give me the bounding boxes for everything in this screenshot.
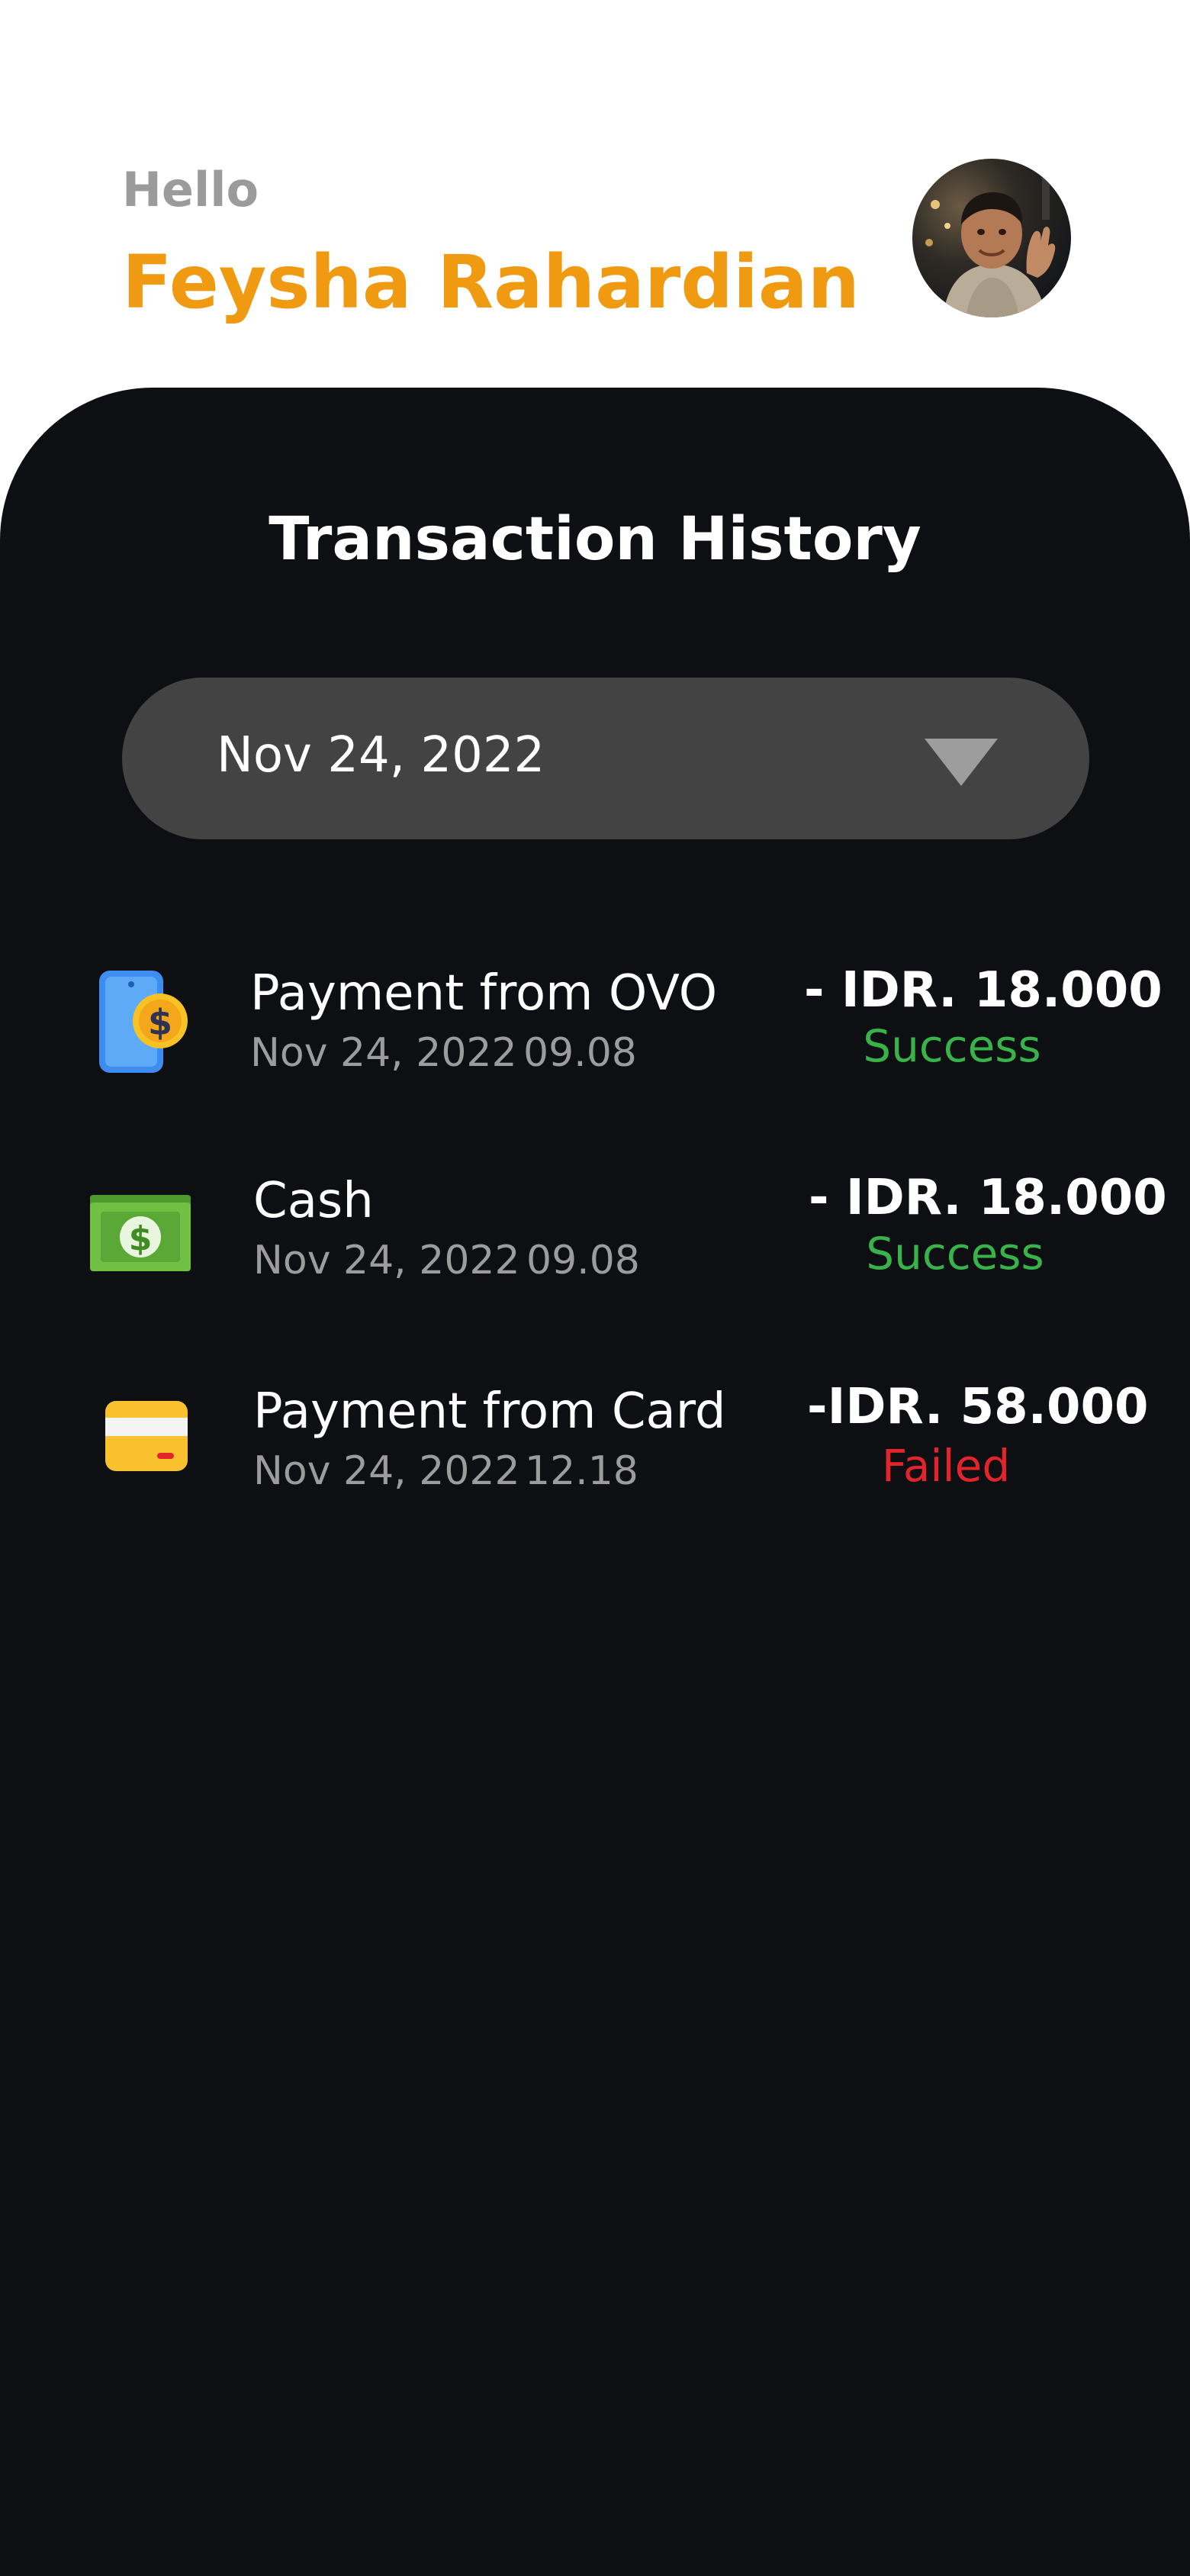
user-name: Feysha Rahardian bbox=[122, 240, 860, 325]
date-select-value: Nov 24, 2022 bbox=[217, 727, 545, 784]
svg-text:$: $ bbox=[129, 1219, 153, 1258]
transaction-amount: - IDR. 18.000 bbox=[809, 1170, 1167, 1226]
transaction-title: Payment from OVO bbox=[250, 965, 718, 1022]
header: Hello Feysha Rahardian bbox=[0, 0, 1190, 397]
avatar-photo-icon bbox=[912, 159, 1071, 317]
transaction-item[interactable]: $ Payment from OVO Nov 24, 2022 09.08 - … bbox=[0, 962, 1190, 1122]
transaction-date: Nov 24, 2022 bbox=[250, 1030, 517, 1076]
transaction-item[interactable]: Payment from Card Nov 24, 2022 12.18 -ID… bbox=[0, 1383, 1190, 1540]
transaction-item[interactable]: $ Cash Nov 24, 2022 09.08 - IDR. 18.000 … bbox=[0, 1170, 1190, 1329]
transaction-time: 12.18 bbox=[525, 1448, 638, 1494]
card-icon bbox=[105, 1401, 188, 1471]
transaction-time: 09.08 bbox=[526, 1238, 640, 1283]
avatar[interactable] bbox=[912, 159, 1071, 317]
status-badge: Success bbox=[863, 1020, 1041, 1072]
transaction-amount: - IDR. 18.000 bbox=[804, 962, 1163, 1019]
transaction-amount: -IDR. 58.000 bbox=[807, 1379, 1149, 1435]
mobile-payment-icon: $ bbox=[99, 971, 188, 1073]
page-title: Transaction History bbox=[269, 505, 921, 574]
transaction-date: Nov 24, 2022 bbox=[253, 1238, 520, 1283]
transaction-time: 09.08 bbox=[523, 1030, 637, 1076]
greeting-label: Hello bbox=[122, 162, 259, 217]
cash-icon: $ bbox=[90, 1195, 191, 1271]
status-badge: Failed bbox=[881, 1440, 1011, 1492]
date-select[interactable]: Nov 24, 2022 bbox=[122, 678, 1089, 839]
transaction-panel: Transaction History Nov 24, 2022 $ Payme… bbox=[0, 388, 1190, 2576]
status-badge: Success bbox=[866, 1228, 1044, 1280]
svg-text:$: $ bbox=[148, 1002, 172, 1043]
transaction-date: Nov 24, 2022 bbox=[253, 1448, 520, 1494]
transaction-title: Cash bbox=[253, 1173, 374, 1229]
chevron-down-icon bbox=[925, 739, 998, 786]
transaction-title: Payment from Card bbox=[253, 1383, 726, 1440]
